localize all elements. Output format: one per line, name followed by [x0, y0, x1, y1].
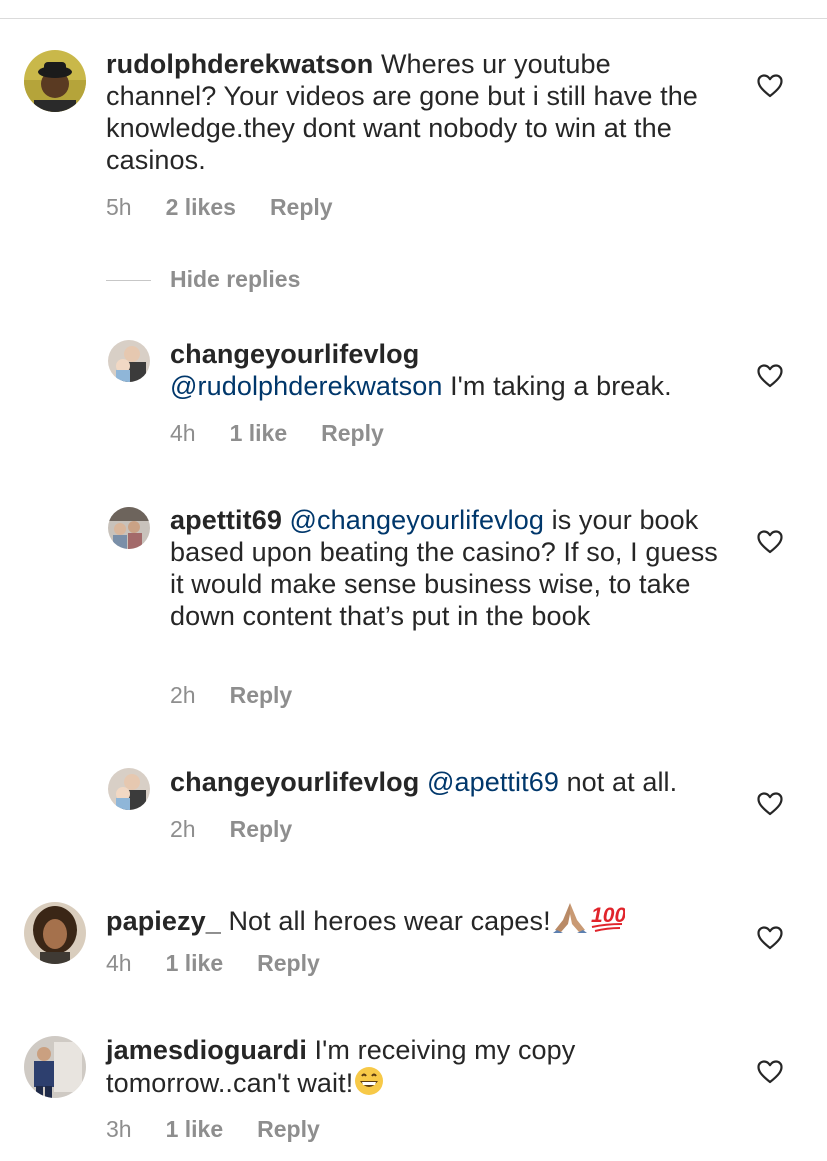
comment-text: papiezy_ Not all heroes wear capes! 100: [106, 900, 706, 941]
comment-body: Not all heroes wear capes!: [220, 906, 551, 936]
avatar[interactable]: [24, 50, 86, 112]
comment-username[interactable]: rudolphderekwatson: [106, 49, 373, 79]
comment-meta: 2h Reply: [170, 682, 326, 709]
avatar[interactable]: [24, 1036, 86, 1098]
comment-username[interactable]: changeyourlifevlog: [170, 767, 419, 797]
avatar[interactable]: [24, 902, 86, 964]
comment-text: apettit69 @changeyourlifevlog is your bo…: [170, 504, 730, 632]
avatar[interactable]: [108, 507, 150, 549]
comment-body: I'm taking a break.: [442, 371, 672, 401]
comment-likes[interactable]: 1 like: [230, 420, 288, 446]
comment-meta: 5h 2 likes Reply: [106, 194, 367, 221]
hide-replies-line: [106, 280, 151, 281]
heart-icon[interactable]: [757, 530, 783, 554]
heart-icon[interactable]: [757, 792, 783, 816]
comment-likes[interactable]: 1 like: [166, 1116, 224, 1142]
comment-text: jamesdioguardi I'm receiving my copy tom…: [106, 1034, 706, 1103]
comment-likes[interactable]: 2 likes: [166, 194, 236, 220]
comment-meta: 4h 1 like Reply: [170, 420, 418, 447]
comment-text: changeyourlifevlog @rudolphderekwatson I'…: [170, 338, 730, 402]
mention-link[interactable]: @rudolphderekwatson: [170, 371, 442, 401]
comment-username[interactable]: apettit69: [170, 505, 282, 535]
comment-time: 3h: [106, 1116, 132, 1142]
reply-button[interactable]: Reply: [230, 816, 293, 842]
comment-meta: 2h Reply: [170, 816, 326, 843]
heart-icon[interactable]: [757, 926, 783, 950]
avatar[interactable]: [108, 768, 150, 810]
reply-button[interactable]: Reply: [270, 194, 333, 220]
comment-time: 5h: [106, 194, 132, 220]
folded-hands-emoji: [551, 900, 589, 941]
comment-time: 4h: [170, 420, 196, 446]
comment-meta: 4h 1 like Reply: [106, 950, 354, 977]
comment-text: rudolphderekwatson Wheres ur youtube cha…: [106, 48, 706, 176]
reply-button[interactable]: Reply: [257, 950, 320, 976]
mention-link[interactable]: @apettit69: [427, 767, 559, 797]
reply-button[interactable]: Reply: [321, 420, 384, 446]
comment-body: not at all.: [558, 767, 678, 797]
avatar[interactable]: [108, 340, 150, 382]
hide-replies-label: Hide replies: [170, 266, 301, 292]
comment-time: 2h: [170, 682, 196, 708]
comment-text: changeyourlifevlog @apettit69 not at all…: [170, 766, 730, 798]
comment-likes[interactable]: 1 like: [166, 950, 224, 976]
hundred-points-emoji: 100: [589, 900, 626, 941]
comment-meta: 3h 1 like Reply: [106, 1116, 354, 1143]
comment-time: 4h: [106, 950, 132, 976]
comment-username[interactable]: changeyourlifevlog: [170, 339, 419, 369]
reply-button[interactable]: Reply: [257, 1116, 320, 1142]
reply-button[interactable]: Reply: [230, 682, 293, 708]
heart-icon[interactable]: [757, 1060, 783, 1084]
heart-icon[interactable]: [757, 364, 783, 388]
heart-icon[interactable]: [757, 74, 783, 98]
comment-username[interactable]: jamesdioguardi: [106, 1035, 307, 1065]
comment-username[interactable]: papiezy_: [106, 906, 221, 936]
comment-time: 2h: [170, 816, 196, 842]
top-divider: [0, 18, 827, 19]
grinning-face-emoji: [353, 1066, 385, 1103]
mention-link[interactable]: @changeyourlifevlog: [290, 505, 544, 535]
